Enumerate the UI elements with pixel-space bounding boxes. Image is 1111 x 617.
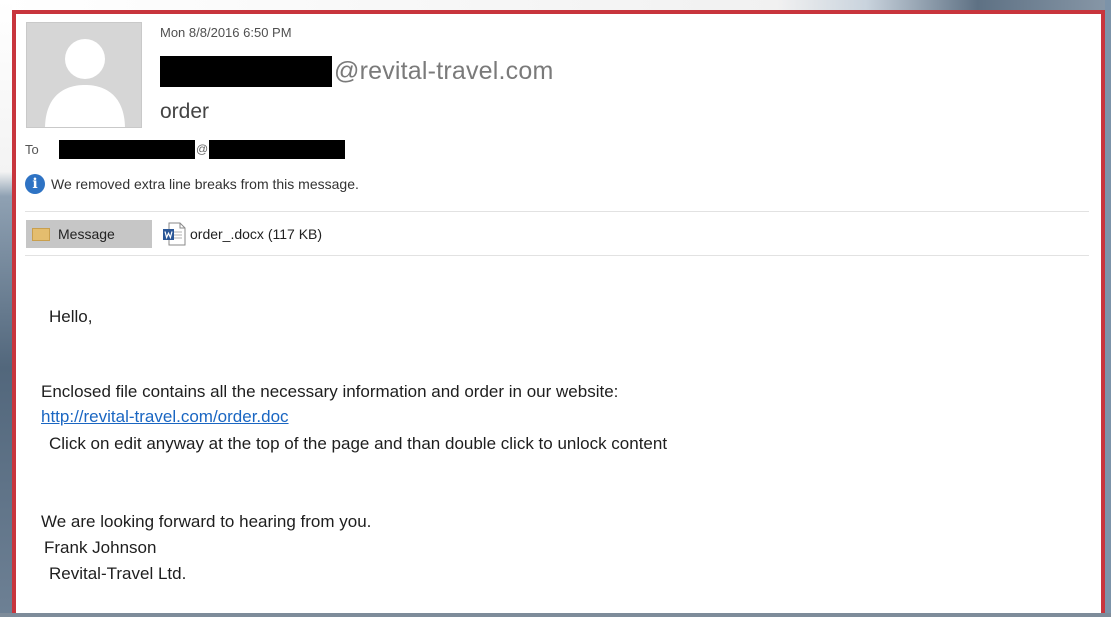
- body-line-looking-forward: We are looking forward to hearing from y…: [41, 512, 372, 531]
- body-link-order-doc[interactable]: http://revital-travel.com/order.doc: [41, 407, 289, 427]
- body-line-enclosed: Enclosed file contains all the necessary…: [41, 382, 619, 401]
- signature-name: Frank Johnson: [44, 538, 157, 557]
- background-desktop-left: [0, 0, 12, 613]
- signature-company: Revital-Travel Ltd.: [49, 564, 187, 583]
- email-body: Hello, Enclosed file contains all the ne…: [16, 14, 1109, 617]
- email-reading-pane: Mon 8/8/2016 6:50 PM @revital-travel.com…: [12, 10, 1105, 613]
- body-line-click: Click on edit anyway at the top of the p…: [49, 434, 668, 453]
- body-greeting: Hello,: [49, 307, 93, 326]
